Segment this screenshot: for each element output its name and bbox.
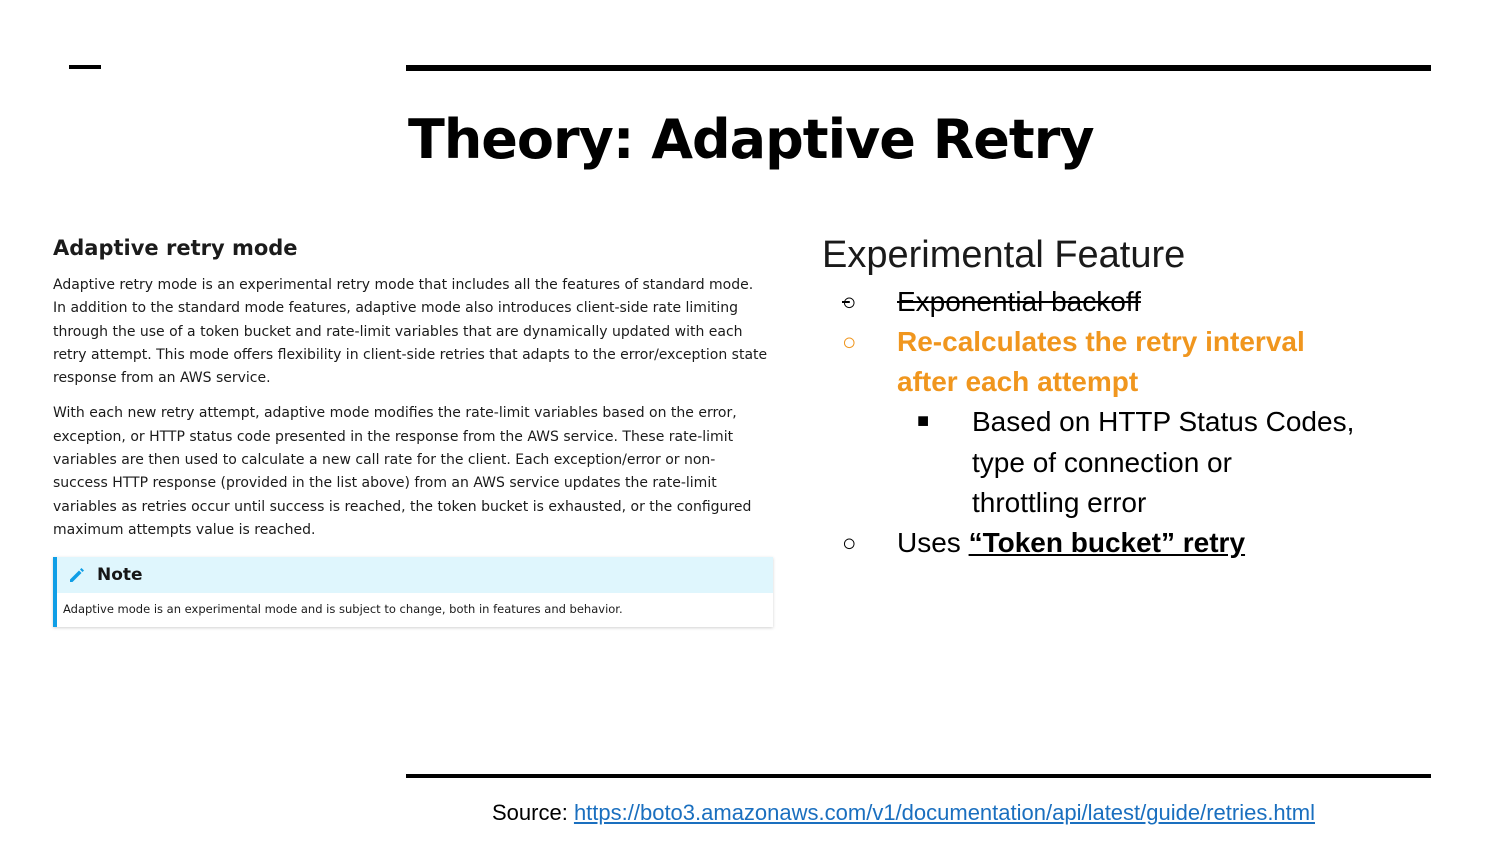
- note-text: Adaptive mode is an experimental mode an…: [63, 602, 623, 616]
- doc-heading: Adaptive retry mode: [53, 236, 298, 260]
- source-link[interactable]: https://boto3.amazonaws.com/v1/documenta…: [574, 800, 1315, 825]
- pencil-icon: [70, 568, 84, 582]
- bullet-item-token-prefix: Uses: [897, 527, 969, 558]
- note-title: Note: [97, 565, 143, 585]
- bullet-item-recalculates-line1: Re-calculates the retry interval: [897, 326, 1305, 357]
- sub-item-line1: Based on HTTP Status Codes,: [972, 406, 1355, 437]
- source-line: Source: https://boto3.amazonaws.com/v1/d…: [492, 800, 1315, 826]
- bullet-hollow-3: ○: [842, 530, 857, 557]
- doc-paragraph-1: Adaptive retry mode is an experimental r…: [53, 277, 768, 387]
- bullet-heading: Experimental Feature: [822, 234, 1186, 276]
- bullet-item-token-bucket: Uses “Token bucket” retry: [897, 523, 1245, 563]
- slide-title: Theory: Adaptive Retry: [408, 108, 1095, 171]
- bullet-item-exponential-backoff: Exponential backoff: [897, 286, 1141, 317]
- sub-item-line3: throttling error: [972, 487, 1147, 518]
- sub-item-line2: type of connection or: [972, 447, 1232, 478]
- bottom-rule: [406, 774, 1431, 778]
- note-header: Note: [57, 557, 773, 593]
- note-callout: Note Adaptive mode is an experimental mo…: [53, 557, 773, 627]
- doc-paragraph-2: With each new retry attempt, adaptive mo…: [53, 405, 752, 538]
- top-rule: [406, 65, 1431, 71]
- token-bucket-link[interactable]: “Token bucket” retry: [969, 527, 1245, 558]
- bullet-section: Experimental Feature: [822, 230, 1185, 280]
- accent-dash: [69, 65, 101, 69]
- bullet-item-recalculates-line2: after each attempt: [897, 366, 1139, 397]
- bullet-hollow-2: ○: [842, 329, 857, 356]
- source-label: Source:: [492, 800, 574, 825]
- bullet-square: ■: [917, 410, 930, 432]
- doc-screenshot: Adaptive retry mode Adaptive retry mode …: [53, 236, 769, 554]
